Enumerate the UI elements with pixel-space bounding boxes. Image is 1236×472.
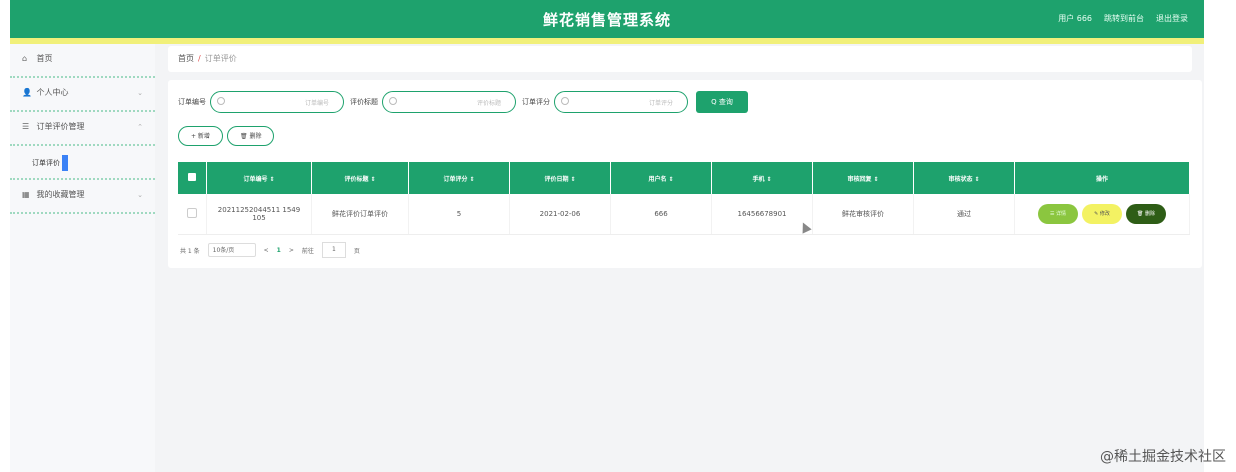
column-header: 操作	[1014, 162, 1190, 194]
search-label-title: 评价标题	[350, 98, 378, 106]
page-size-select[interactable]: 10条/页	[207, 243, 256, 257]
sidebar-item-home[interactable]: ⌂ 首页	[10, 44, 155, 78]
sidebar-subitem-order-review[interactable]: 订单评价	[10, 146, 155, 180]
edit-button[interactable]: ✎ 修改	[1082, 204, 1122, 224]
next-page-button[interactable]: >	[289, 247, 294, 254]
delete-button[interactable]: 🗑 删除	[226, 126, 275, 146]
input-placeholder: 评价标题	[476, 100, 501, 107]
select-all-checkbox[interactable]	[188, 173, 196, 181]
search-icon	[561, 97, 569, 105]
sidebar-item-label: 个人中心	[36, 88, 69, 97]
cell-order-no: 20211252044511 1549 105	[206, 194, 312, 235]
column-header[interactable]: 评价标题 ⇕	[311, 162, 409, 194]
column-header[interactable]: 订单编号 ⇕	[206, 162, 312, 194]
cell-username: 666	[610, 194, 712, 235]
search-label-score: 订单评分	[522, 98, 550, 106]
column-header[interactable]: 用户名 ⇕	[610, 162, 712, 194]
total-count: 共 1 条	[180, 247, 200, 255]
app-window: 鲜花销售管理系统 用户 666 跳转到前台 退出登录 ⌂ 首页 👤 个人中心 ⌄…	[10, 0, 1204, 472]
search-label-order-no: 订单编号	[178, 98, 206, 106]
cell-phone: 16456678901	[711, 194, 813, 235]
list-icon: ☰	[22, 122, 30, 131]
order-no-input[interactable]: 订单编号	[210, 91, 344, 113]
grid-icon: ▦	[22, 190, 30, 199]
sidebar-item-label: 首页	[36, 54, 53, 63]
input-placeholder: 订单评分	[648, 100, 673, 107]
pagination: 共 1 条 10条/页 < 1 > 前往 1 页	[180, 242, 360, 258]
column-header[interactable]: 评价日期 ⇕	[509, 162, 611, 194]
sidebar-item-label: 我的收藏管理	[36, 190, 85, 199]
row-select-cell[interactable]	[178, 194, 207, 235]
sidebar: ⌂ 首页 👤 个人中心 ⌄ ☰ 订单评价管理 ⌃ 订单评价 ▦ 我的收藏管理 ⌄	[10, 44, 155, 472]
breadcrumb: 首页 / 订单评价	[168, 46, 1192, 72]
detail-button[interactable]: ☰ 详情	[1038, 204, 1078, 224]
breadcrumb-current: 订单评价	[204, 54, 237, 63]
title-input[interactable]: 评价标题	[382, 91, 516, 113]
input-placeholder: 订单编号	[304, 100, 329, 107]
header-accent-strip	[10, 38, 1204, 44]
chevron-down-icon: ⌄	[137, 191, 143, 199]
column-header[interactable]: 手机 ⇕	[711, 162, 813, 194]
user-icon: 👤	[22, 88, 32, 97]
watermark: @稀土掘金技术社区	[1100, 449, 1226, 465]
search-icon	[217, 97, 225, 105]
sidebar-item-favorites[interactable]: ▦ 我的收藏管理 ⌄	[10, 180, 155, 214]
add-button[interactable]: + 新增	[178, 126, 223, 146]
sidebar-item-order-review[interactable]: ☰ 订单评价管理 ⌃	[10, 112, 155, 146]
logout-link[interactable]: 退出登录	[1156, 13, 1188, 24]
goto-label: 前往	[301, 247, 314, 255]
home-icon: ⌂	[22, 54, 28, 63]
column-header[interactable]: 订单评分 ⇕	[408, 162, 510, 194]
active-indicator	[62, 155, 68, 171]
breadcrumb-separator: /	[198, 54, 201, 63]
sidebar-item-label: 订单评价管理	[36, 122, 85, 131]
action-bar: + 新增 🗑 删除	[178, 126, 275, 146]
cell-title: 鲜花评价订单评价	[311, 194, 409, 235]
chevron-down-icon: ⌄	[137, 89, 143, 97]
goto-suffix: 页	[353, 247, 360, 255]
main-content: 订单编号 订单编号 评价标题 评价标题 订单评分 订单评分 Q 查询 + 新增 …	[168, 80, 1202, 268]
table-row[interactable]: 20211252044511 1549 105 鲜花评价订单评价 5 2021-…	[178, 194, 1190, 235]
row-checkbox[interactable]	[187, 208, 197, 218]
sidebar-item-profile[interactable]: 👤 个人中心 ⌄	[10, 78, 155, 112]
row-delete-button[interactable]: 🗑 删除	[1126, 204, 1166, 224]
search-button[interactable]: Q 查询	[696, 91, 748, 113]
breadcrumb-home[interactable]: 首页	[178, 54, 194, 63]
search-icon	[389, 97, 397, 105]
search-bar: 订单编号 订单编号 评价标题 评价标题 订单评分 订单评分 Q 查询	[178, 90, 748, 114]
sidebar-subitem-label: 订单评价	[32, 159, 60, 167]
review-table: 订单编号 ⇕ 评价标题 ⇕ 订单评分 ⇕ 评价日期 ⇕ 用户名 ⇕ 手机 ⇕ 审…	[178, 162, 1190, 235]
cell-score: 5	[408, 194, 510, 235]
front-link[interactable]: 跳转到前台	[1104, 13, 1144, 24]
table-header-row: 订单编号 ⇕ 评价标题 ⇕ 订单评分 ⇕ 评价日期 ⇕ 用户名 ⇕ 手机 ⇕ 审…	[178, 162, 1190, 194]
goto-page-input[interactable]: 1	[321, 242, 346, 258]
header-actions: 用户 666 跳转到前台 退出登录	[1058, 13, 1188, 24]
score-input[interactable]: 订单评分	[554, 91, 688, 113]
cell-operations: ☰ 详情 ✎ 修改 🗑 删除	[1014, 194, 1190, 235]
cell-date: 2021-02-06	[509, 194, 611, 235]
cell-status: 通过	[913, 194, 1015, 235]
column-header[interactable]: 审核回复 ⇕	[812, 162, 914, 194]
top-header: 鲜花销售管理系统 用户 666 跳转到前台 退出登录	[10, 0, 1204, 38]
select-all-cell[interactable]	[178, 162, 207, 194]
app-title: 鲜花销售管理系统	[542, 11, 671, 29]
user-label: 用户 666	[1058, 14, 1092, 23]
cell-reply: 鲜花审核评价	[812, 194, 914, 235]
chevron-up-icon: ⌃	[137, 123, 143, 131]
column-header[interactable]: 审核状态 ⇕	[913, 162, 1015, 194]
prev-page-button[interactable]: <	[264, 247, 269, 254]
current-page[interactable]: 1	[277, 247, 281, 254]
